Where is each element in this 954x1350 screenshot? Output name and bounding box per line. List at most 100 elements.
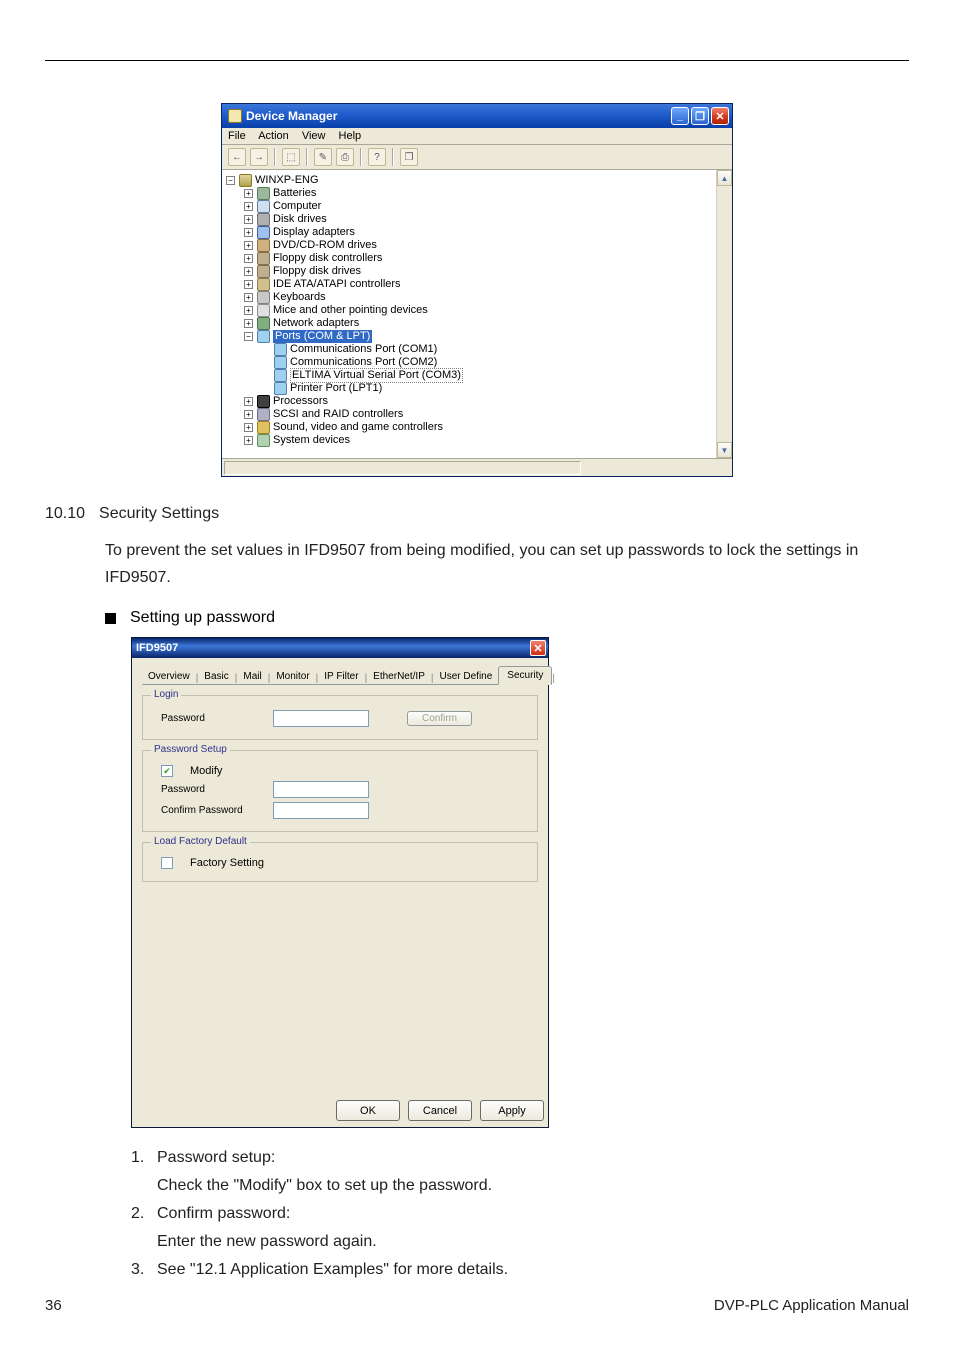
tree-eltima[interactable]: ELTIMA Virtual Serial Port (COM3) xyxy=(290,368,463,383)
expand-icon[interactable]: + xyxy=(244,254,253,263)
scrollbar[interactable]: ▲ ▼ xyxy=(716,170,732,458)
tab-monitor[interactable]: Monitor xyxy=(270,669,315,684)
expand-icon[interactable]: + xyxy=(244,267,253,276)
collapse-icon[interactable]: − xyxy=(244,332,253,341)
tab-basic[interactable]: Basic xyxy=(198,669,234,684)
scroll-down-icon[interactable]: ▼ xyxy=(717,442,732,458)
expand-icon[interactable]: + xyxy=(244,202,253,211)
section-title: Security Settings xyxy=(99,505,219,523)
expand-icon[interactable]: + xyxy=(244,293,253,302)
login-password-input[interactable] xyxy=(273,710,369,727)
tree-raid[interactable]: SCSI and RAID controllers xyxy=(273,408,403,421)
factory-label: Load Factory Default xyxy=(151,836,250,847)
up-icon[interactable]: ⬚ xyxy=(282,148,300,166)
dialog-close-button[interactable]: ✕ xyxy=(530,640,546,656)
floppy-ctrl-icon xyxy=(257,252,270,265)
device-tree[interactable]: − WINXP-ENG + Batteries + Computer + Disk dr… xyxy=(222,170,716,458)
apply-button[interactable]: Apply xyxy=(480,1100,544,1121)
factory-group: Load Factory Default Factory Setting xyxy=(142,842,538,882)
tree-disk[interactable]: Disk drives xyxy=(273,213,327,226)
close-button[interactable]: ✕ xyxy=(711,107,729,125)
modify-checkbox[interactable]: ✔ xyxy=(161,765,173,777)
cancel-button[interactable]: Cancel xyxy=(408,1100,472,1121)
tree-dvd[interactable]: DVD/CD-ROM drives xyxy=(273,239,377,252)
list-num-3: 3. xyxy=(131,1256,149,1284)
tab-ipfilter[interactable]: IP Filter xyxy=(318,669,364,684)
expand-icon[interactable]: + xyxy=(244,319,253,328)
tree-net[interactable]: Network adapters xyxy=(273,317,359,330)
confirm-button[interactable]: Confirm xyxy=(407,711,472,726)
toolbar-sep xyxy=(306,148,308,166)
collapse-icon[interactable]: − xyxy=(226,176,235,185)
menu-view[interactable]: View xyxy=(302,130,326,142)
disk-icon xyxy=(257,213,270,226)
tree-ide[interactable]: IDE ATA/ATAPI controllers xyxy=(273,278,401,291)
expand-icon[interactable]: + xyxy=(244,410,253,419)
maximize-button[interactable]: ❐ xyxy=(691,107,709,125)
tree-lpt1[interactable]: Printer Port (LPT1) xyxy=(290,382,382,395)
page-number: 36 xyxy=(45,1297,62,1314)
setup-password-input[interactable] xyxy=(273,781,369,798)
dialog-titlebar[interactable]: IFD9507 ✕ xyxy=(132,638,548,658)
tree-computer[interactable]: Computer xyxy=(273,200,321,213)
expand-icon[interactable]: + xyxy=(244,436,253,445)
expand-icon[interactable]: + xyxy=(244,397,253,406)
tree-mouse[interactable]: Mice and other pointing devices xyxy=(273,304,428,317)
mouse-icon xyxy=(257,304,270,317)
tree-display[interactable]: Display adapters xyxy=(273,226,355,239)
port-icon xyxy=(274,343,287,356)
tab-security[interactable]: Security xyxy=(498,666,552,685)
tab-mail[interactable]: Mail xyxy=(237,669,267,684)
expand-icon[interactable]: + xyxy=(244,228,253,237)
tree-sys[interactable]: System devices xyxy=(273,434,350,447)
ports-icon xyxy=(257,330,270,343)
port-icon xyxy=(274,369,287,382)
titlebar[interactable]: Device Manager _ ❐ ✕ xyxy=(222,104,732,128)
scroll-up-icon[interactable]: ▲ xyxy=(717,170,732,186)
menu-file[interactable]: File xyxy=(228,130,246,142)
instruction-list: 1.Password setup: Check the "Modify" box… xyxy=(131,1144,909,1284)
ok-button[interactable]: OK xyxy=(336,1100,400,1121)
list-sub-1: Check the "Modify" box to set up the pas… xyxy=(157,1172,909,1200)
port-icon xyxy=(274,356,287,369)
list-num-1: 1. xyxy=(131,1144,149,1172)
factory-checkbox[interactable] xyxy=(161,857,173,869)
expand-icon[interactable]: + xyxy=(244,189,253,198)
minimize-button[interactable]: _ xyxy=(671,107,689,125)
toolbar: ← → ⬚ ✎ ⎙ ? ❐ xyxy=(222,145,732,170)
dialog-buttons: OK Cancel Apply xyxy=(132,1096,548,1127)
expand-icon[interactable]: + xyxy=(244,423,253,432)
help-icon[interactable]: ? xyxy=(368,148,386,166)
tree-fdc[interactable]: Floppy disk controllers xyxy=(273,252,382,265)
print-icon[interactable]: ⎙ xyxy=(336,148,354,166)
tree-batteries[interactable]: Batteries xyxy=(273,187,316,200)
tree-com1[interactable]: Communications Port (COM1) xyxy=(290,343,437,356)
dvd-icon xyxy=(257,239,270,252)
tree-ports[interactable]: Ports (COM & LPT) xyxy=(273,330,372,343)
tree-sound[interactable]: Sound, video and game controllers xyxy=(273,421,443,434)
battery-icon xyxy=(257,187,270,200)
expand-icon[interactable]: + xyxy=(244,306,253,315)
expand-icon[interactable]: + xyxy=(244,215,253,224)
expand-icon[interactable]: + xyxy=(244,280,253,289)
tab-overview[interactable]: Overview xyxy=(142,669,196,684)
tree-fdd[interactable]: Floppy disk drives xyxy=(273,265,361,278)
menu-action[interactable]: Action xyxy=(258,130,289,142)
properties-icon[interactable]: ✎ xyxy=(314,148,332,166)
window-title: Device Manager xyxy=(246,109,337,123)
tree-kb[interactable]: Keyboards xyxy=(273,291,326,304)
toolbar-sep xyxy=(274,148,276,166)
back-icon[interactable]: ← xyxy=(228,148,246,166)
tab-userdefine[interactable]: User Define xyxy=(433,669,498,684)
tree-root[interactable]: WINXP-ENG xyxy=(255,174,319,187)
expand-icon[interactable]: + xyxy=(244,241,253,250)
forward-icon[interactable]: → xyxy=(250,148,268,166)
menu-help[interactable]: Help xyxy=(339,130,362,142)
scroll-track[interactable] xyxy=(717,186,732,442)
menubar: File Action View Help xyxy=(222,128,732,145)
scan-icon[interactable]: ❐ xyxy=(400,148,418,166)
confirm-password-input[interactable] xyxy=(273,802,369,819)
login-label: Login xyxy=(151,689,181,700)
tab-ethernetip[interactable]: EtherNet/IP xyxy=(367,669,431,684)
tree-proc[interactable]: Processors xyxy=(273,395,328,408)
